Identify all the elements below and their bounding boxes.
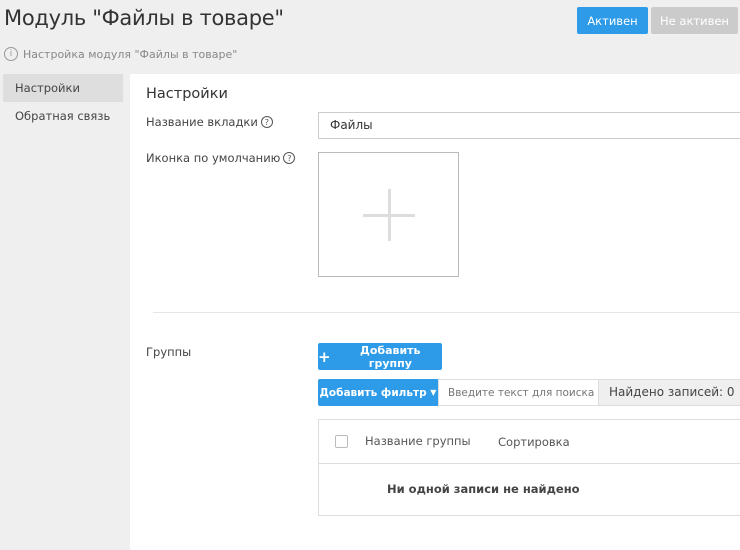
sidebar-item-settings[interactable]: Настройки	[3, 74, 123, 102]
inactive-button[interactable]: Не активен	[651, 7, 738, 34]
sidebar-item-feedback[interactable]: Обратная связь	[3, 102, 123, 130]
plus-icon: +	[318, 347, 331, 366]
module-description: i Настройка модуля "Файлы в товаре"	[4, 47, 237, 61]
section-title: Настройки	[146, 86, 228, 102]
search-input[interactable]	[438, 379, 599, 406]
plus-icon-vertical	[388, 189, 391, 241]
icon-label: Иконка по умолчанию?	[146, 151, 296, 165]
info-icon: i	[4, 47, 18, 61]
column-sort[interactable]: Сортировка	[498, 435, 570, 449]
table-header: Название группы Сортировка	[319, 420, 740, 464]
divider	[153, 312, 740, 313]
add-filter-button[interactable]: Добавить фильтр ▼	[318, 379, 438, 406]
help-icon[interactable]: ?	[260, 116, 273, 128]
empty-message: Ни одной записи не найдено	[387, 482, 580, 496]
add-filter-label: Добавить фильтр	[319, 386, 427, 399]
icon-label-text: Иконка по умолчанию	[146, 151, 281, 165]
tab-name-label-text: Название вкладки	[146, 115, 258, 129]
help-icon[interactable]: ?	[283, 152, 296, 164]
add-group-label: Добавить группу	[360, 343, 421, 370]
page-title: Модуль "Файлы в товаре"	[4, 6, 284, 30]
tab-name-input[interactable]: Файлы	[318, 112, 740, 139]
tab-name-label: Название вкладки?	[146, 115, 273, 129]
subtitle-text: Настройка модуля "Файлы в товаре"	[23, 47, 238, 61]
column-group-name[interactable]: Название группы	[365, 434, 471, 448]
icon-upload[interactable]	[318, 152, 459, 277]
groups-table: Название группы Сортировка Ни одной запи…	[318, 419, 740, 516]
found-count: Найдено записей: 0	[598, 379, 740, 406]
caret-down-icon: ▼	[430, 388, 437, 397]
groups-label: Группы	[146, 345, 192, 359]
select-all-checkbox[interactable]	[335, 435, 348, 448]
active-button[interactable]: Активен	[577, 7, 648, 34]
add-group-button[interactable]: + Добавить группу	[318, 343, 442, 370]
